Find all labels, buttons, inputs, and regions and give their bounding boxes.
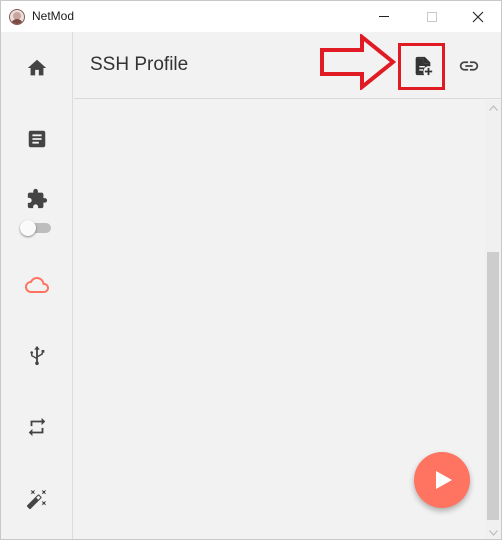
- sidebar-item-magic[interactable]: [1, 477, 73, 521]
- sidebar: [1, 32, 73, 539]
- window-title: NetMod: [32, 9, 75, 23]
- sidebar-item-extensions[interactable]: [1, 177, 73, 221]
- sidebar-item-cloud[interactable]: [1, 263, 73, 307]
- page-title: SSH Profile: [90, 54, 189, 75]
- minimize-button[interactable]: [361, 1, 407, 32]
- puzzle-icon: [27, 188, 48, 209]
- sidebar-item-home[interactable]: [1, 46, 73, 90]
- scroll-down-button[interactable]: [485, 525, 501, 539]
- scroll-up-button[interactable]: [485, 100, 501, 116]
- annotation-arrow-icon: [320, 34, 396, 90]
- repeat-icon: [28, 417, 46, 437]
- extensions-toggle[interactable]: [20, 220, 52, 236]
- close-icon: [472, 11, 484, 22]
- magic-wand-icon: [26, 489, 47, 510]
- home-icon: [27, 59, 47, 76]
- sidebar-item-usb[interactable]: [1, 334, 73, 378]
- maximize-icon: [427, 11, 437, 22]
- play-icon: [435, 471, 452, 489]
- sidebar-item-repeat[interactable]: [1, 405, 73, 449]
- toggle-knob: [20, 220, 36, 236]
- arrow-up-icon: [488, 105, 498, 111]
- start-button[interactable]: [414, 452, 470, 508]
- app-logo-icon: [9, 9, 25, 25]
- app-window: NetMod SSH Profile: [0, 0, 502, 540]
- content-scrollbar[interactable]: [485, 100, 501, 539]
- sidebar-item-notes[interactable]: [1, 117, 73, 161]
- usb-icon: [30, 345, 45, 366]
- title-bar[interactable]: NetMod: [1, 1, 501, 32]
- close-button[interactable]: [455, 1, 501, 32]
- scrollbar-thumb[interactable]: [487, 252, 499, 520]
- link-button[interactable]: [453, 50, 485, 82]
- note-icon: [28, 130, 46, 148]
- annotation-highlight-box: [398, 43, 445, 90]
- maximize-button[interactable]: [409, 1, 455, 32]
- arrow-down-icon: [488, 530, 498, 536]
- minimize-icon: [379, 16, 389, 17]
- cloud-icon: [25, 277, 49, 293]
- link-icon: [459, 61, 479, 71]
